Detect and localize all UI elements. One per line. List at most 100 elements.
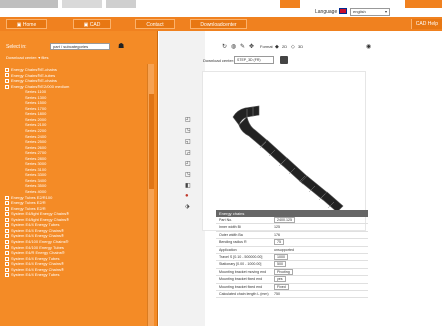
nav-item-cad[interactable]: ▣ CAD	[73, 19, 111, 29]
view-front-icon[interactable]: ◰	[185, 116, 191, 123]
property-row: Application unsupported	[216, 247, 368, 254]
format-3d-icon[interactable]: ◇	[291, 44, 295, 50]
property-label: Travel S [0.10 - 500000.00]	[219, 254, 263, 259]
expand-icon[interactable]	[5, 79, 9, 84]
view-chain-icon[interactable]: ◧	[185, 182, 191, 189]
view-bottom-icon[interactable]: ◳	[185, 171, 191, 178]
save-icon[interactable]	[280, 56, 288, 64]
expand-icon[interactable]	[5, 256, 9, 261]
download-format-label: Download center:	[203, 58, 235, 63]
expand-icon[interactable]	[5, 223, 9, 228]
search-input[interactable]: part / subcategories	[50, 43, 110, 50]
nav-item-label: Contact	[146, 22, 164, 28]
tree-item-label: Series 1800	[25, 111, 47, 117]
view-top-icon[interactable]: ◳	[185, 127, 191, 134]
binoculars-icon[interactable]: ☗	[118, 42, 124, 50]
rotate-icon[interactable]: ↻	[222, 43, 227, 50]
language-select[interactable]: english ▾	[350, 8, 390, 16]
header-image	[106, 0, 136, 8]
expand-icon[interactable]	[5, 273, 9, 278]
property-input[interactable]: Pivoting	[274, 268, 293, 275]
sidebar-scrollbar[interactable]	[147, 64, 154, 326]
property-input[interactable]: 500	[274, 261, 286, 268]
tree-item-label: Series 2700	[25, 150, 47, 156]
property-label: Stationary [0.00 - 1000.00]	[219, 262, 262, 267]
property-value: 750	[274, 291, 280, 296]
property-input[interactable]: yes	[274, 276, 286, 283]
tree-item-label: Series 2100	[25, 122, 47, 128]
property-input[interactable]: 2400.125	[274, 217, 295, 223]
model-preview[interactable]	[202, 71, 366, 231]
property-input[interactable]: 1000	[274, 253, 288, 260]
download-format-select[interactable]: STEP_3D (FR)	[234, 56, 274, 64]
expand-icon[interactable]	[5, 234, 9, 239]
pen-icon[interactable]: ✎	[240, 43, 245, 50]
expand-icon[interactable]	[5, 73, 9, 78]
tree-item-label: System E4/light Energy Chains®	[11, 216, 70, 222]
view-back-icon[interactable]: ◰	[185, 160, 191, 167]
sidebar: Select in: part / subcategories ☗ Downlo…	[0, 31, 158, 326]
tree-item-label: System E4/R Energy Chains®	[11, 250, 65, 256]
expand-icon[interactable]	[5, 195, 9, 200]
nav-bar: ▣ Home ▣ CAD Contact Downloadcenter CAD …	[0, 17, 442, 31]
scroll-thumb[interactable]	[149, 94, 154, 189]
property-value: 176	[274, 232, 280, 237]
energy-chain-icon	[232, 105, 344, 213]
tree-item-label: Energy Tubes E2/R	[11, 200, 46, 206]
nav-item-downloadcenter[interactable]: Downloadcenter	[190, 19, 247, 29]
expand-icon[interactable]	[5, 228, 9, 233]
expand-icon[interactable]	[5, 217, 9, 222]
view-iso-icon[interactable]: ◲	[185, 149, 191, 156]
cad-help-label: CAD Help	[415, 21, 438, 27]
expand-icon[interactable]	[5, 239, 9, 244]
tree-item-label: Energy Chains®/E-tubes	[11, 72, 56, 78]
expand-icon[interactable]	[5, 245, 9, 250]
expand-icon[interactable]	[5, 262, 9, 267]
property-label: Application	[219, 247, 237, 252]
expand-icon[interactable]	[5, 84, 9, 89]
property-input[interactable]: Fixed	[274, 283, 289, 290]
expand-icon[interactable]	[5, 206, 9, 211]
tree-item-label: Series 1300	[25, 94, 47, 100]
tree-item[interactable]: System E4/4 Energy Tubes	[5, 272, 145, 278]
flag-icon[interactable]	[339, 8, 347, 14]
tree-item-label: System E4/light Energy Chains®	[11, 211, 70, 217]
language-value: english	[353, 9, 366, 14]
property-row: Mounting bracket moving end Pivoting	[216, 268, 368, 277]
expand-icon[interactable]	[5, 250, 9, 255]
expand-icon[interactable]	[5, 212, 9, 217]
expand-icon[interactable]	[5, 267, 9, 272]
expand-icon[interactable]	[5, 201, 9, 206]
format-2d-icon[interactable]: ◆	[275, 44, 279, 50]
nav-item-contact[interactable]: Contact	[135, 19, 175, 29]
view-red-icon[interactable]: ●	[185, 193, 191, 199]
gray-strip	[159, 31, 205, 326]
mode-2d[interactable]: 2D	[282, 44, 287, 49]
property-label: Calculated chain length L (mm)	[219, 291, 269, 296]
properties-header: Energy chains	[216, 210, 368, 217]
property-row: Part No. 2400.125	[216, 217, 368, 225]
tree-item-label: Series 1100	[25, 89, 47, 95]
property-label: Mounting bracket moving end	[219, 269, 267, 274]
view-side-icon[interactable]: ◱	[185, 138, 191, 145]
property-label: Bending radius R	[219, 240, 247, 245]
language-label: Language	[315, 9, 338, 15]
camera-icon[interactable]: ◉	[366, 43, 371, 50]
nav-item-home[interactable]: ▣ Home	[6, 19, 47, 29]
property-value: unsupported	[274, 247, 294, 252]
preview-side-toolbar: ◰ ◳ ◱ ◲ ◰ ◳ ◧ ● ⬗	[185, 116, 191, 214]
format-label: Format	[260, 44, 273, 49]
property-row: Bending radius R 75	[216, 239, 368, 247]
mode-3d[interactable]: 3D	[298, 44, 303, 49]
property-row: Inner width Bi 125	[216, 224, 368, 232]
zoom-icon[interactable]: ◍	[231, 43, 236, 50]
property-input[interactable]: 75	[274, 239, 284, 246]
pan-icon[interactable]: ✥	[249, 43, 254, 50]
cad-help-link[interactable]: CAD Help	[410, 19, 442, 29]
property-row: Mounting bracket fixed end yes	[216, 276, 368, 284]
search-value: part / subcategories	[53, 44, 89, 49]
expand-icon[interactable]	[5, 67, 9, 72]
view-reset-icon[interactable]: ⬗	[185, 203, 191, 210]
property-label: Inner width Bi	[219, 225, 241, 230]
property-label: Part No.	[219, 218, 233, 222]
